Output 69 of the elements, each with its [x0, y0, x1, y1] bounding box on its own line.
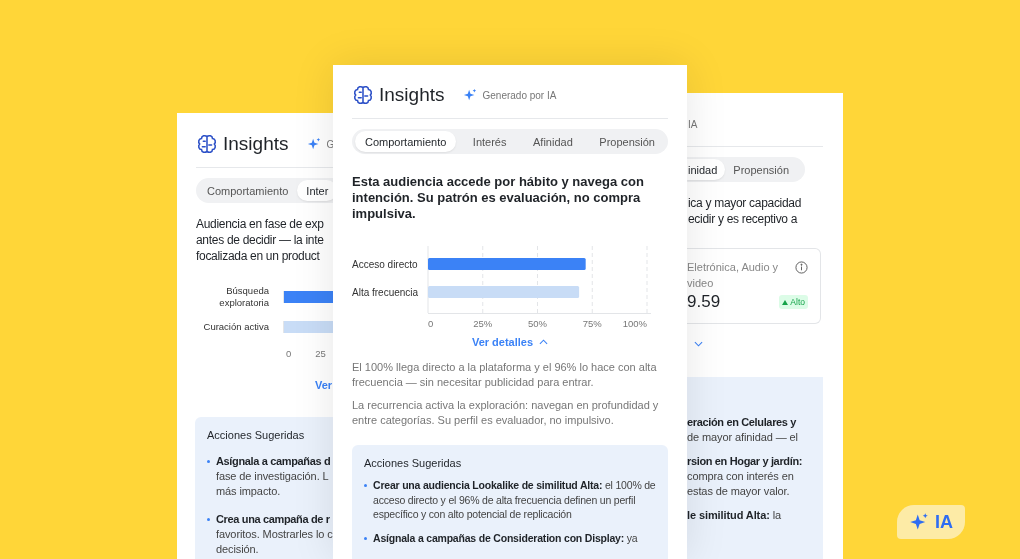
card-title: Insights	[223, 133, 289, 155]
action-text: eración en Celulares y	[687, 415, 798, 430]
summary-text: focalizada en un product	[196, 248, 321, 264]
metric-label: Eletrónica, Audio y	[687, 260, 779, 275]
tab[interactable]: inidad	[687, 159, 726, 180]
axis-label: Acceso directo	[352, 259, 418, 270]
tick-label: 25	[315, 348, 326, 359]
sparkle-icon	[463, 88, 478, 102]
details-link[interactable]: Ver detalles	[471, 336, 534, 348]
panel-title: Acciones Sugeridas	[364, 457, 463, 469]
action-text: compra con interés en	[687, 469, 795, 484]
tab[interactable]: Propensión	[589, 131, 665, 152]
tick-label: 75%	[582, 318, 602, 329]
action-text: de mayor afinidad — el	[687, 430, 799, 445]
summary-text: ica y mayor capacidad	[688, 195, 803, 211]
summary-text: antes de decidir — la inte	[196, 232, 325, 248]
action-text: Crear una audiencia Lookalike de similitud Alta: el 100% de acceso directo y el 96% de alta frecuencia definen un perfil específico y con alto potencial de replicación	[373, 478, 656, 522]
bullet-icon	[364, 536, 367, 540]
brain-icon	[352, 84, 374, 106]
tab[interactable]: Interés	[462, 131, 517, 152]
action-text: estas de mayor valor.	[687, 484, 791, 499]
action-text: más impacto.	[216, 484, 282, 499]
ai-label: IA	[687, 119, 699, 130]
action-text: favoritos. Mostrarles lo c	[216, 527, 333, 542]
action-text: rsion en Hogar y jardín:	[687, 454, 804, 469]
tab[interactable]: Inter	[297, 180, 335, 201]
status-text: Alto	[790, 297, 805, 307]
tick-label: 0	[428, 318, 434, 329]
action-text: Asígnala a campañas d	[216, 454, 331, 469]
axis-label: Curación activa	[202, 321, 270, 333]
panel-title: Acciones Sugeridas	[207, 429, 306, 441]
bar	[283, 321, 335, 333]
action-text: fase de investigación. L	[216, 469, 330, 484]
action-text: decisión.	[216, 542, 260, 557]
bullet-icon	[364, 484, 367, 487]
ai-label: IA	[935, 511, 953, 533]
action-text: le similitud Alta: la	[687, 508, 783, 523]
metric-value: 9.59	[687, 292, 721, 312]
chevron-icon[interactable]	[694, 341, 703, 347]
summary-text: Esta audiencia accede por hábito y navega con intención. Su patrón es evaluación, no compra impulsiva.	[352, 174, 645, 222]
tick-label: 100%	[622, 318, 647, 329]
tick-label: 25%	[473, 318, 493, 329]
axis-label: Alta frecuencia	[352, 287, 419, 298]
tab[interactable]: Propensión	[725, 159, 797, 180]
tab[interactable]: Afinidad	[523, 131, 583, 152]
details-link[interactable]: Ver	[315, 379, 333, 391]
axis-label: Búsqueda exploratoria	[218, 285, 270, 309]
up-triangle-icon	[782, 299, 789, 305]
sparkle-icon	[307, 137, 322, 151]
chevron-icon[interactable]	[539, 339, 549, 345]
tab[interactable]: Comportamiento	[355, 131, 457, 152]
tick-label: 0	[286, 348, 292, 359]
detail-text: El 100% llega directo a la plataforma y el 96% lo hace con alta frecuencia — sin necesitar publicidad para entrar.	[352, 360, 658, 390]
action-text: Asígnala a campañas de Consideration con Display: ya	[373, 530, 638, 545]
metric-label: video	[687, 276, 715, 291]
sparkle-icon	[909, 512, 929, 532]
tick-label: 50%	[528, 318, 547, 329]
brain-icon	[196, 133, 218, 155]
summary-text: Audiencia en fase de exp	[196, 216, 325, 232]
bullet-icon	[207, 460, 210, 463]
detail-text: La recurrencia activa la exploración: navegan en profundidad y entre categorías. Su perfil es evaluador, no impulsivo.	[352, 398, 660, 428]
summary-text: ecidir y es receptivo a	[688, 211, 799, 227]
action-text: Crea una campaña de r	[216, 512, 331, 527]
tab[interactable]: Comportamiento	[198, 180, 298, 201]
info-icon[interactable]	[795, 261, 808, 274]
ai-label: Generado por IA	[482, 89, 557, 101]
bar	[283, 291, 335, 303]
bullet-icon	[207, 518, 210, 521]
card-title: Insights	[379, 84, 445, 106]
